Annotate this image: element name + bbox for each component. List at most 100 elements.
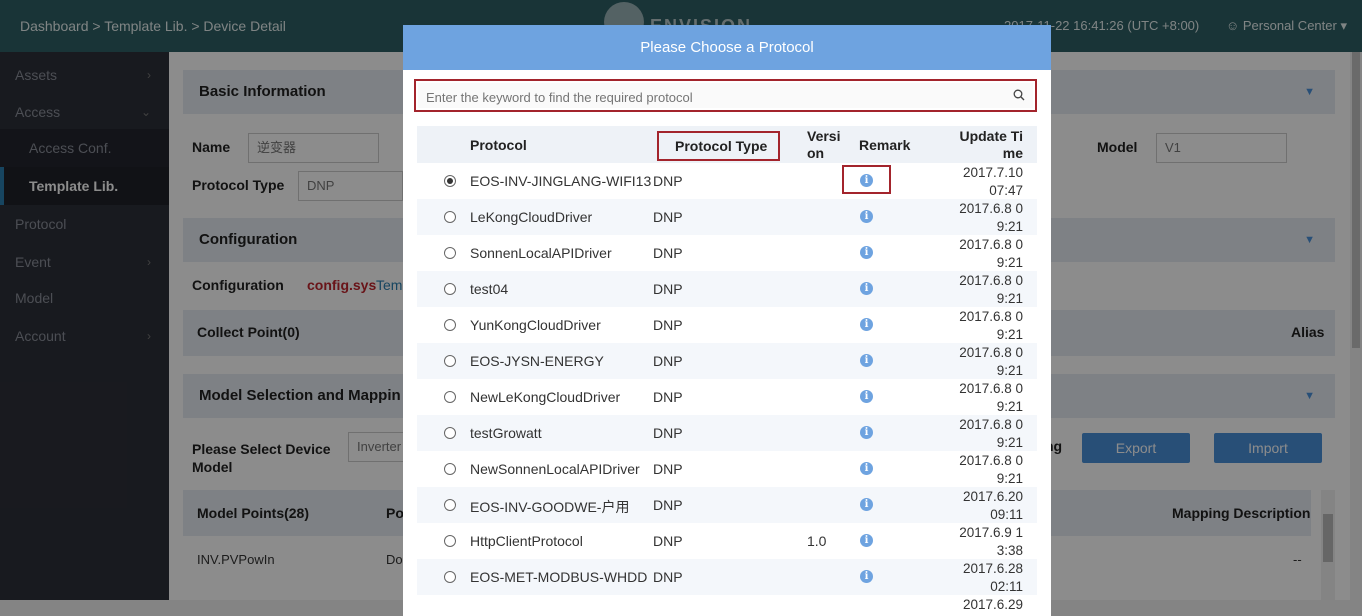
row-radio[interactable]: [444, 319, 456, 331]
protocol-search-input[interactable]: [426, 87, 1006, 107]
protocol-column-header[interactable]: Protocol: [470, 137, 527, 153]
row-radio[interactable]: [444, 175, 456, 187]
row-radio[interactable]: [444, 463, 456, 475]
row-radio[interactable]: [444, 427, 456, 439]
protocol-name: NewSonnenLocalAPIDriver: [470, 461, 640, 477]
table-header: Protocol Protocol Type Versi on Remark U…: [417, 126, 1037, 163]
update-time: 2017.6.8 0 9:21: [953, 200, 1023, 236]
update-time: 2017.6.8 0 9:21: [953, 416, 1023, 452]
update-time: 2017.6.20 09:11: [953, 488, 1023, 524]
table-row[interactable]: EOS-INV-JINGLANG-WIFI13 DNP i 2017.7.10 07:4…: [417, 163, 1037, 199]
protocol-name: EOS-MET-MODBUS-WHDD: [470, 569, 648, 585]
protocol-name: HttpClientProtocol: [470, 533, 583, 549]
update-time: 2017.6.8 0 9:21: [953, 452, 1023, 488]
protocol-type: DNP: [653, 209, 683, 225]
table-row[interactable]: NewSonnenLocalAPIDriver DNP i 2017.6.8 0 9:2…: [417, 451, 1037, 487]
protocol-type: DNP: [653, 569, 683, 585]
info-icon[interactable]: i: [860, 462, 873, 475]
table-row[interactable]: EOS-JYSN-ENERGY DNP i 2017.6.8 0 9:21: [417, 343, 1037, 379]
info-icon[interactable]: i: [860, 246, 873, 259]
table-row[interactable]: 2017.6.29: [417, 595, 1037, 616]
row-radio[interactable]: [444, 499, 456, 511]
row-radio[interactable]: [444, 535, 456, 547]
table-row[interactable]: test04 DNP i 2017.6.8 0 9:21: [417, 271, 1037, 307]
protocol-type: DNP: [653, 281, 683, 297]
table-row[interactable]: EOS-INV-GOODWE-户用 DNP i 2017.6.20 09:11: [417, 487, 1037, 523]
table-row[interactable]: SonnenLocalAPIDriver DNP i 2017.6.8 0 9:21: [417, 235, 1037, 271]
update-time: 2017.6.8 0 9:21: [953, 308, 1023, 344]
table-row[interactable]: YunKongCloudDriver DNP i 2017.6.8 0 9:21: [417, 307, 1037, 343]
update-time: 2017.6.9 1 3:38: [953, 524, 1023, 560]
update-time-line1: 2017.6.8 0: [959, 345, 1023, 360]
protocol-type: DNP: [653, 353, 683, 369]
remark-column-header[interactable]: Remark: [859, 137, 910, 153]
protocol-name: YunKongCloudDriver: [470, 317, 601, 333]
row-radio[interactable]: [444, 247, 456, 259]
row-radio[interactable]: [444, 571, 456, 583]
update-time-line1: 2017.6.8 0: [959, 273, 1023, 288]
update-time-line2: 02:11: [990, 579, 1023, 594]
protocol-type: DNP: [653, 173, 683, 189]
update-time: 2017.6.8 0 9:21: [953, 344, 1023, 380]
protocol-version: 1.0: [807, 533, 827, 549]
update-time-line2: 3:38: [996, 543, 1023, 558]
search-container: [418, 83, 1033, 108]
protocol-name: EOS-JYSN-ENERGY: [470, 353, 604, 369]
update-time-line1: 2017.6.8 0: [959, 453, 1023, 468]
update-time-line1: 2017.7.10: [962, 165, 1023, 180]
update-time: 2017.7.10 07:47: [953, 164, 1023, 200]
update-time-line2: 09:11: [990, 507, 1023, 522]
info-icon[interactable]: i: [860, 390, 873, 403]
info-icon[interactable]: i: [860, 282, 873, 295]
update-time-line2: 9:21: [996, 291, 1023, 306]
update-time-line1: 2017.6.8 0: [959, 237, 1023, 252]
update-time-line2: 9:21: [996, 219, 1023, 234]
update-time-line1: 2017.6.20: [962, 489, 1023, 504]
protocol-name: LeKongCloudDriver: [470, 209, 593, 225]
protocol-name: SonnenLocalAPIDriver: [470, 245, 612, 261]
info-icon[interactable]: i: [860, 534, 873, 547]
info-icon[interactable]: i: [860, 570, 873, 583]
info-icon[interactable]: i: [860, 210, 873, 223]
protocol-name: EOS-INV-GOODWE-户用: [470, 499, 630, 515]
protocol-type-highlight-box: [657, 131, 780, 161]
update-time: 2017.6.8 0 9:21: [953, 272, 1023, 308]
update-time-column-header-line1[interactable]: Update Ti: [959, 128, 1023, 144]
table-row[interactable]: testGrowatt DNP i 2017.6.8 0 9:21: [417, 415, 1037, 451]
info-icon[interactable]: i: [860, 318, 873, 331]
table-row[interactable]: EOS-MET-MODBUS-WHDD DNP i 2017.6.28 02:11: [417, 559, 1037, 595]
row-radio[interactable]: [444, 283, 456, 295]
protocol-type: DNP: [653, 497, 683, 513]
protocol-type: DNP: [653, 533, 683, 549]
dialog-title: Please Choose a Protocol: [403, 25, 1051, 70]
protocol-name: test04: [470, 281, 509, 297]
table-row[interactable]: LeKongCloudDriver DNP i 2017.6.8 0 9:21: [417, 199, 1037, 235]
protocol-type: DNP: [653, 461, 683, 477]
info-icon[interactable]: i: [860, 498, 873, 511]
table-row[interactable]: NewLeKongCloudDriver DNP i 2017.6.8 0 9:21: [417, 379, 1037, 415]
protocol-type: DNP: [653, 425, 683, 441]
update-time-line1: 2017.6.29: [962, 597, 1023, 612]
protocol-type: DNP: [653, 317, 683, 333]
update-time-line2: 9:21: [996, 363, 1023, 378]
search-icon[interactable]: [1013, 89, 1025, 101]
update-time-line2: 9:21: [996, 399, 1023, 414]
table-row[interactable]: HttpClientProtocol DNP 1.0 i 2017.6.9 1 3:38: [417, 523, 1037, 559]
update-time-line1: 2017.6.8 0: [959, 381, 1023, 396]
info-icon[interactable]: i: [860, 354, 873, 367]
protocol-name: NewLeKongCloudDriver: [470, 389, 621, 405]
row-radio[interactable]: [444, 391, 456, 403]
search-highlight-box: [414, 79, 1037, 112]
update-time-line2: 07:47: [989, 183, 1023, 198]
update-time-line1: 2017.6.9 1: [959, 525, 1023, 540]
update-time-line1: 2017.6.28: [962, 561, 1023, 576]
info-icon[interactable]: i: [860, 426, 873, 439]
version-column-header-line1[interactable]: Versi: [807, 128, 840, 144]
update-time-line2: 9:21: [996, 435, 1023, 450]
update-time: 2017.6.29: [953, 596, 1023, 614]
remark-highlight-box: [842, 165, 891, 194]
row-radio[interactable]: [444, 355, 456, 367]
update-time: 2017.6.8 0 9:21: [953, 380, 1023, 416]
update-time-line2: 9:21: [996, 327, 1023, 342]
row-radio[interactable]: [444, 211, 456, 223]
